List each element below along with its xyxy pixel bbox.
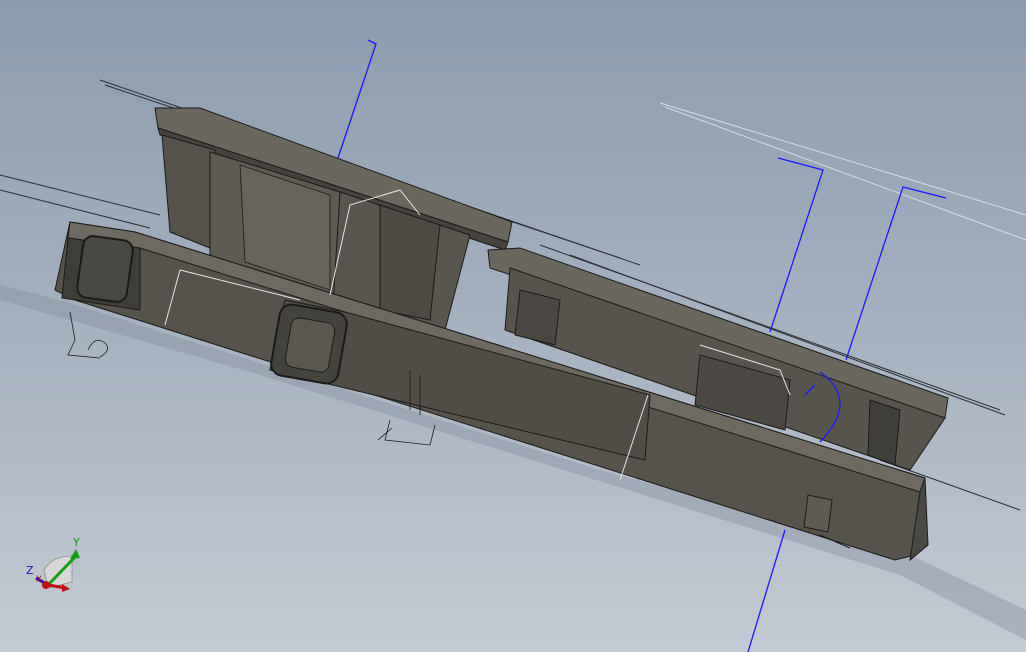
model-scene[interactable]: Y Z X <box>0 0 1026 652</box>
triad-y-label: Y <box>72 536 80 549</box>
triad-z-label: Z <box>26 564 34 577</box>
view-triad[interactable]: Y Z X <box>26 536 80 592</box>
graphics-viewport[interactable]: Y Z X <box>0 0 1026 652</box>
faint-construction-lines <box>659 102 1026 241</box>
triad-x-label: X <box>36 575 42 585</box>
